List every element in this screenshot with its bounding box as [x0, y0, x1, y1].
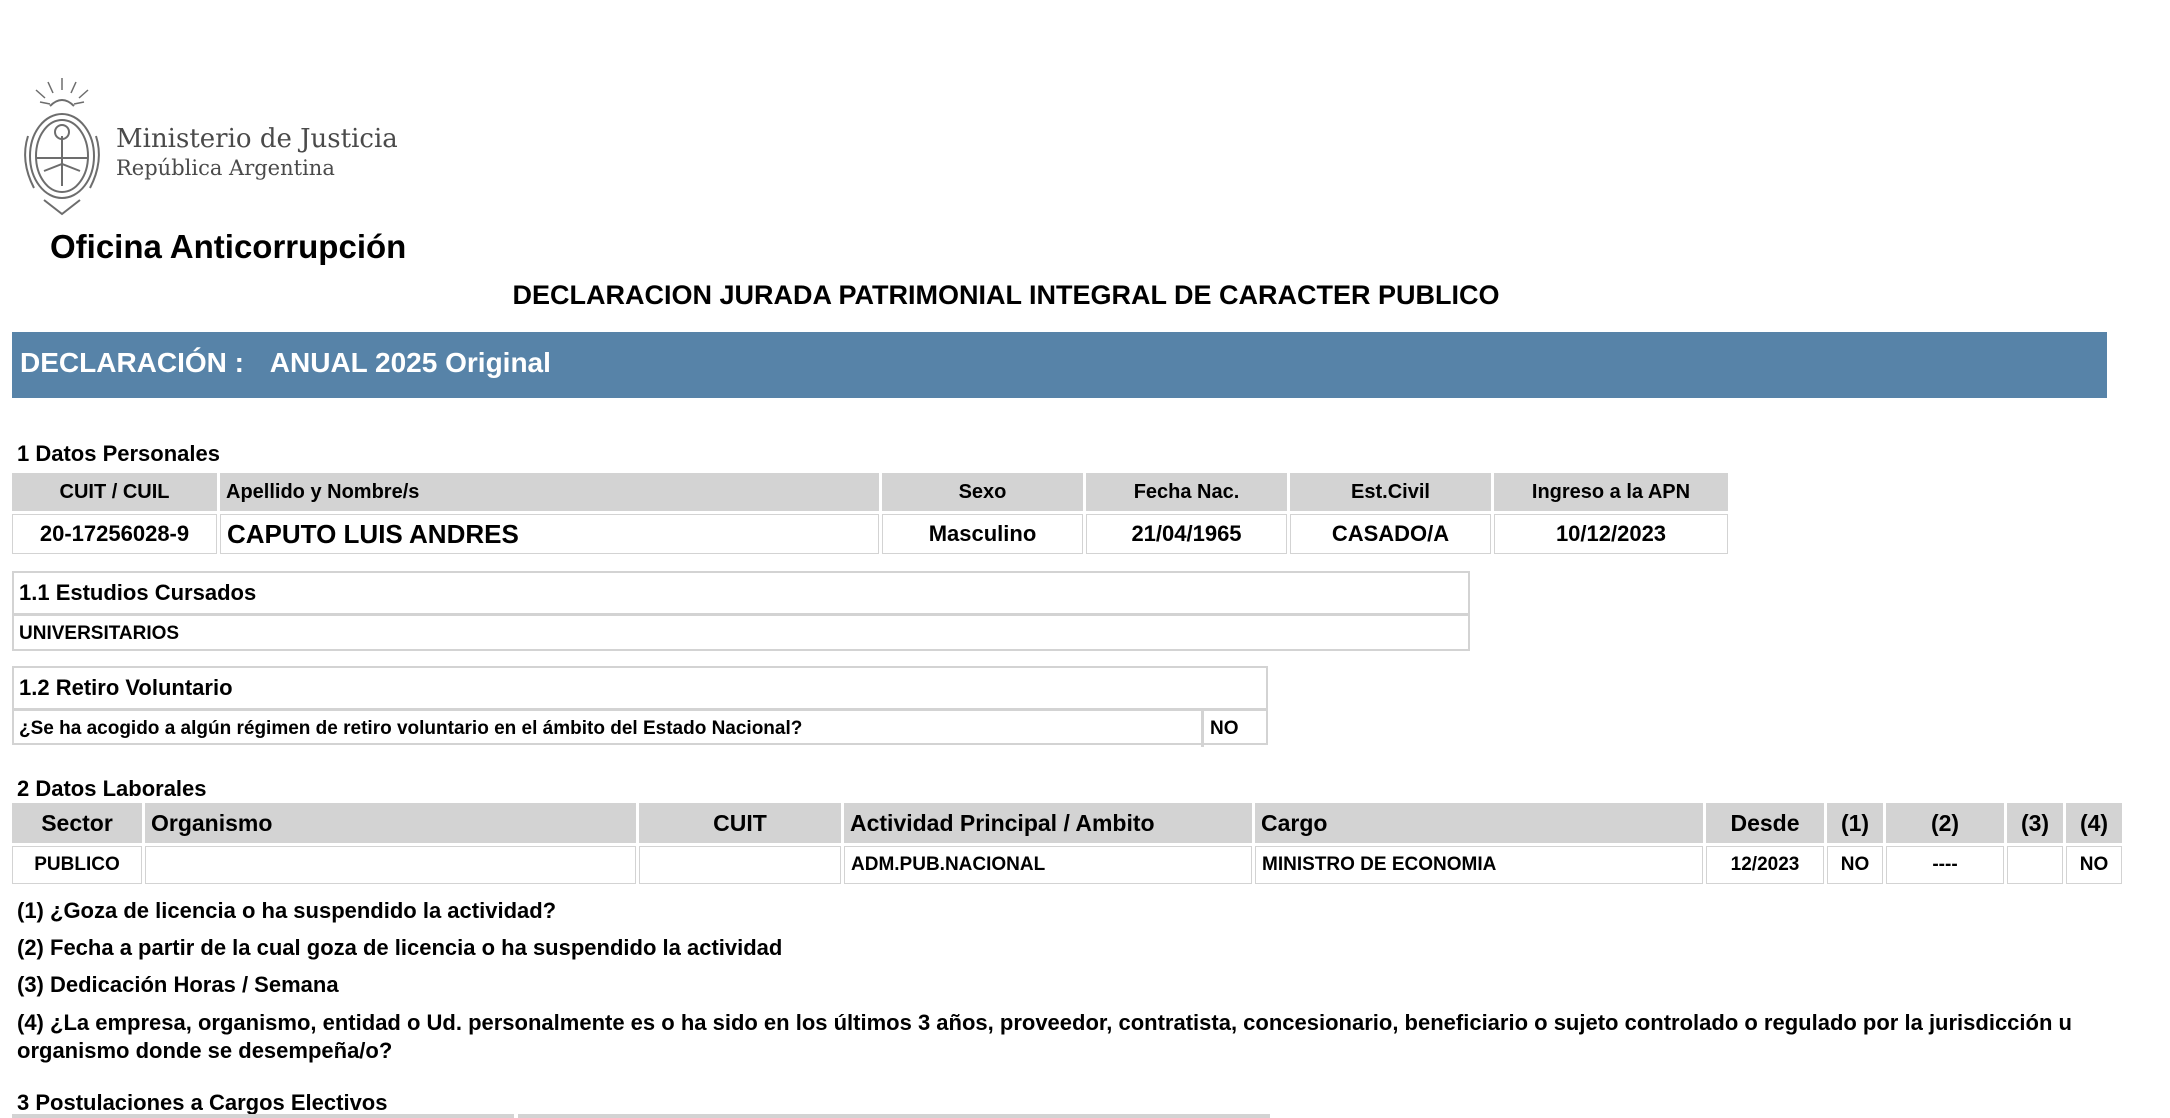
col-sex: Sexo — [882, 473, 1083, 511]
col-position: Cargo — [1255, 803, 1703, 843]
table-header-row: CUIT / CUIL Apellido y Nombre/s Sexo Fec… — [12, 473, 1728, 511]
col-since: Desde — [1706, 803, 1824, 843]
cell-note-3 — [2007, 846, 2063, 884]
office-name: Oficina Anticorrupción — [50, 228, 407, 265]
col-activity: Actividad Principal / Ambito — [844, 803, 1252, 843]
footnote-2: (2) Fecha a partir de la cual goza de li… — [17, 935, 783, 960]
col-cuit: CUIT / CUIL — [12, 473, 217, 511]
cell-sector: PUBLICO — [12, 846, 142, 884]
cell-cuit: 20-17256028-9 — [12, 514, 217, 554]
retirement-answer: NO — [1210, 718, 1239, 739]
retirement-question: ¿Se ha acogido a algún régimen de retiro… — [19, 711, 1204, 747]
cell-organism — [145, 846, 636, 884]
col-organism: Organismo — [145, 803, 636, 843]
section-personal-title: 1 Datos Personales — [17, 441, 220, 466]
ministry-logo: Ministerio de Justicia República Argenti… — [14, 76, 434, 218]
col-sector: Sector — [12, 803, 142, 843]
declaration-label: DECLARACIÓN : — [20, 347, 244, 378]
table-header-row: Sector Organismo CUIT Actividad Principa… — [12, 803, 2122, 843]
col-note-3: (3) — [2007, 803, 2063, 843]
cell-cuit — [639, 846, 841, 884]
country-name: República Argentina — [116, 156, 335, 180]
cell-since: 12/2023 — [1706, 846, 1824, 884]
col-apn-entry: Ingreso a la APN — [1494, 473, 1728, 511]
section-retirement-title: 1.2 Retiro Voluntario — [14, 668, 1266, 711]
table-header-edge — [518, 1114, 1270, 1118]
col-birthdate: Fecha Nac. — [1086, 473, 1287, 511]
table-header-edge — [12, 1114, 514, 1118]
work-data-table: Sector Organismo CUIT Actividad Principa… — [9, 800, 2125, 887]
cell-note-2: ---- — [1886, 846, 2004, 884]
cell-note-4: NO — [2066, 846, 2122, 884]
section-work-title: 2 Datos Laborales — [17, 776, 207, 801]
declaration-value: ANUAL 2025 Original — [269, 347, 551, 378]
cell-activity: ADM.PUB.NACIONAL — [844, 846, 1252, 884]
col-cuit: CUIT — [639, 803, 841, 843]
footnote-3: (3) Dedicación Horas / Semana — [17, 972, 339, 997]
cell-name: CAPUTO LUIS ANDRES — [220, 514, 879, 554]
col-civil-status: Est.Civil — [1290, 473, 1491, 511]
section-studies-title: 1.1 Estudios Cursados — [14, 573, 1468, 616]
argentina-coat-of-arms-icon — [24, 78, 100, 216]
cell-note-1: NO — [1827, 846, 1883, 884]
personal-data-table: CUIT / CUIL Apellido y Nombre/s Sexo Fec… — [9, 470, 1731, 557]
ministry-name: Ministerio de Justicia — [116, 124, 398, 154]
cell-position: MINISTRO DE ECONOMIA — [1255, 846, 1703, 884]
retirement-box: 1.2 Retiro Voluntario ¿Se ha acogido a a… — [12, 666, 1268, 747]
cell-apn-entry: 10/12/2023 — [1494, 514, 1728, 554]
table-row: PUBLICO ADM.PUB.NACIONAL MINISTRO DE ECO… — [12, 846, 2122, 884]
col-note-4: (4) — [2066, 803, 2122, 843]
col-note-1: (1) — [1827, 803, 1883, 843]
col-note-2: (2) — [1886, 803, 2004, 843]
declaration-band: DECLARACIÓN : ANUAL 2025 Original — [12, 332, 2107, 398]
cell-sex: Masculino — [882, 514, 1083, 554]
document-title: DECLARACION JURADA PATRIMONIAL INTEGRAL … — [512, 280, 1500, 310]
cell-birthdate: 21/04/1965 — [1086, 514, 1287, 554]
table-row: 20-17256028-9 CAPUTO LUIS ANDRES Masculi… — [12, 514, 1728, 554]
footnote-1: (1) ¿Goza de licencia o ha suspendido la… — [17, 898, 557, 923]
section-elective-title: 3 Postulaciones a Cargos Electivos — [17, 1090, 388, 1115]
col-name: Apellido y Nombre/s — [220, 473, 879, 511]
studies-box: 1.1 Estudios Cursados UNIVERSITARIOS — [12, 571, 1470, 651]
cell-civil-status: CASADO/A — [1290, 514, 1491, 554]
footnote-4: (4) ¿La empresa, organismo, entidad o Ud… — [17, 1010, 2072, 1063]
studies-value: UNIVERSITARIOS — [19, 623, 180, 644]
